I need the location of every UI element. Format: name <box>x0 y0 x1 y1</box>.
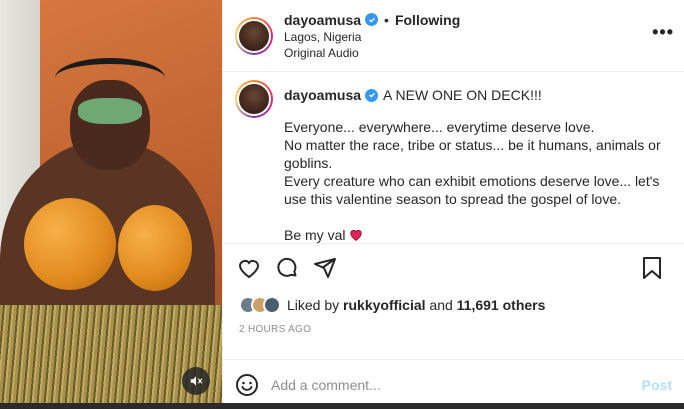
emoji-icon[interactable] <box>235 373 259 397</box>
media-head <box>70 80 150 170</box>
author-avatar[interactable] <box>235 16 273 55</box>
share-button[interactable] <box>311 254 339 282</box>
separator-dot: • <box>384 11 389 28</box>
likes-text: Liked by rukkyofficial and 11,691 others <box>287 297 546 313</box>
save-button[interactable] <box>638 254 666 282</box>
caption-line-last: Be my val <box>284 226 672 244</box>
following-button[interactable]: Following <box>395 12 460 28</box>
author-username[interactable]: dayoamusa <box>284 12 361 28</box>
verified-badge-icon <box>365 88 379 102</box>
media-gourd-left <box>24 198 116 290</box>
comment-box: Post <box>223 359 684 409</box>
post-audio[interactable]: Original Audio <box>284 46 460 60</box>
post-side-panel: dayoamusa • Following Lagos, Nigeria Ori… <box>222 0 684 409</box>
post-location[interactable]: Lagos, Nigeria <box>284 30 460 44</box>
bottom-edge <box>0 403 684 409</box>
caption-line: Every creature who can exhibit emotions … <box>284 173 660 207</box>
mute-button[interactable] <box>182 367 210 395</box>
header-text: dayoamusa • Following Lagos, Nigeria Ori… <box>284 12 460 60</box>
media-gourd-right <box>118 205 192 291</box>
likes-summary: Liked by rukkyofficial and 11,691 others <box>223 292 684 318</box>
volume-muted-icon <box>190 376 203 386</box>
heart-emoji-icon <box>350 229 363 241</box>
comment-input[interactable] <box>271 376 642 393</box>
caption-username[interactable]: dayoamusa <box>284 86 361 104</box>
post-header: dayoamusa • Following Lagos, Nigeria Ori… <box>223 0 684 72</box>
more-options-icon[interactable]: ••• <box>652 22 674 43</box>
caption-line: Everyone... everywhere... everytime dese… <box>284 119 595 135</box>
caption-line: No matter the race, tribe or status... b… <box>284 137 661 171</box>
instagram-post: dayoamusa • Following Lagos, Nigeria Ori… <box>0 0 684 409</box>
like-button[interactable] <box>235 254 263 282</box>
post-actions <box>223 244 684 292</box>
post-comment-button[interactable]: Post <box>642 377 672 393</box>
comment-button[interactable] <box>273 254 301 282</box>
bookmark-icon <box>643 257 661 279</box>
likes-count[interactable]: 11,691 others <box>457 297 546 313</box>
caption-body: Everyone... everywhere... everytime dese… <box>284 118 672 244</box>
post-caption: dayoamusa A NEW ONE ON DECK!!! Everyone.… <box>223 72 684 244</box>
caption-text: dayoamusa A NEW ONE ON DECK!!! Everyone.… <box>284 80 672 243</box>
media-facepaint <box>78 98 142 124</box>
liker-avatars <box>239 296 281 314</box>
caption-avatar[interactable] <box>235 80 273 118</box>
liker-avatar[interactable] <box>263 296 281 314</box>
post-timestamp[interactable]: 2 HOURS AGO <box>223 318 684 340</box>
post-video[interactable] <box>0 0 222 409</box>
heart-icon <box>238 259 260 279</box>
verified-badge-icon <box>365 13 379 26</box>
caption-headline: A NEW ONE ON DECK!!! <box>383 87 542 103</box>
send-icon <box>314 258 336 278</box>
liker-username[interactable]: rukkyofficial <box>343 297 425 313</box>
comment-icon <box>277 257 297 277</box>
